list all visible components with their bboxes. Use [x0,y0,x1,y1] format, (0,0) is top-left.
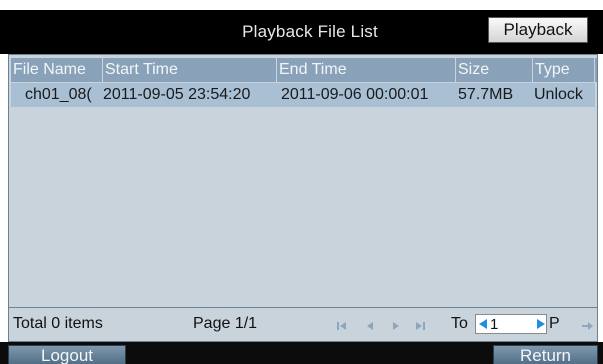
decrement-icon[interactable] [478,318,488,330]
playback-window: Playback File List Playback File Name St… [0,0,603,364]
logout-button[interactable]: Logout [8,345,126,364]
cell-size: 57.7MB [458,86,514,103]
status-bar: Total 0 items Page 1/1 To P [8,308,598,342]
cell-type: Unlock [534,86,583,103]
page-indicator: Page 1/1 [193,315,258,332]
return-button[interactable]: Return [493,345,598,364]
last-page-icon[interactable] [413,320,427,332]
goto-page-field[interactable] [475,314,547,334]
previous-page-icon[interactable] [363,320,377,332]
column-header-edge [595,58,597,82]
table-row[interactable]: ch01_08( 2011-09-05 23:54:20 2011-09-06 … [11,83,595,107]
arrow-right-icon[interactable] [580,320,594,332]
cell-file-name: ch01_08( [25,86,92,103]
total-items-label: Total 0 items [13,315,103,332]
goto-page-input[interactable] [490,316,538,332]
column-header-file-name[interactable]: File Name [11,58,103,82]
playback-button[interactable]: Playback [488,17,588,43]
column-header-type[interactable]: Type [533,58,595,82]
next-page-icon[interactable] [389,320,403,332]
cell-end-time: 2011-09-06 00:00:01 [281,86,429,103]
file-table: File Name Start Time End Time Size Type … [8,54,598,308]
increment-icon[interactable] [536,318,546,330]
window-title: Playback File List [242,22,378,41]
page-suffix-label: P [549,315,560,332]
column-header-size[interactable]: Size [456,58,533,82]
column-header-start-time[interactable]: Start Time [103,58,277,82]
column-header-end-time[interactable]: End Time [277,58,456,82]
goto-label: To [451,315,468,332]
first-page-icon[interactable] [335,320,349,332]
cell-start-time: 2011-09-05 23:54:20 [103,86,251,103]
